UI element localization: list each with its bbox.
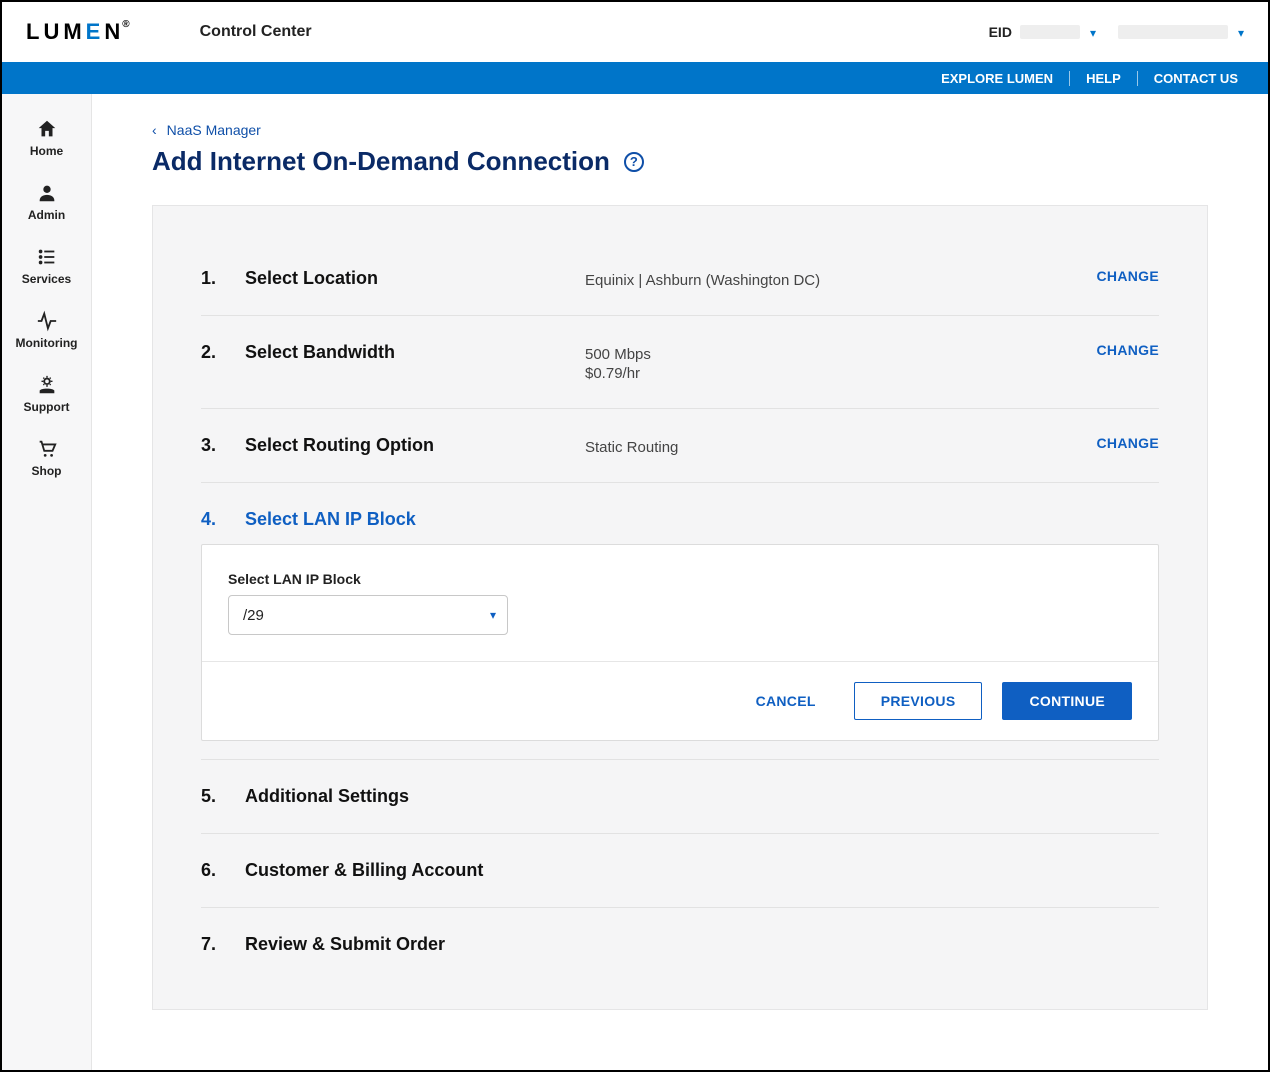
sidebar-label: Home [30,144,63,158]
page-title: Add Internet On-Demand Connection [152,146,610,177]
header: LUMEN® Control Center EID ▾ ▾ [2,2,1268,62]
step-value: 500 Mbps $0.79/hr [585,342,1059,382]
change-button[interactable]: CHANGE [1097,342,1159,358]
step-num: 1. [201,268,245,289]
continue-button[interactable]: CONTINUE [1002,682,1132,720]
header-right: EID ▾ ▾ [989,24,1244,40]
step-label: Select Bandwidth [245,342,585,363]
cancel-button[interactable]: CANCEL [738,683,834,719]
gear-hand-icon [36,374,58,396]
step-num: 7. [201,934,245,955]
field-label: Select LAN IP Block [228,571,1132,587]
top-nav-bar: EXPLORE LUMEN HELP CONTACT US [2,62,1268,94]
step-num: 4. [201,509,245,530]
step-3-row: 3. Select Routing Option Static Routing … [201,409,1159,483]
previous-button[interactable]: PREVIOUS [854,682,983,720]
list-icon [36,246,58,268]
step-6-row: 6. Customer & Billing Account [201,834,1159,908]
explore-link[interactable]: EXPLORE LUMEN [925,71,1069,86]
step-label: Additional Settings [245,786,585,807]
sidebar-item-services[interactable]: Services [2,234,91,298]
step-value: Static Routing [585,435,1059,456]
step-7-row: 7. Review & Submit Order [201,908,1159,981]
step-num: 2. [201,342,245,363]
sidebar-label: Admin [28,208,65,222]
step-value-line1: 500 Mbps [585,346,651,363]
sidebar-label: Services [22,272,71,286]
wizard-panel: 1. Select Location Equinix | Ashburn (Wa… [152,205,1208,1010]
change-button[interactable]: CHANGE [1097,435,1159,451]
step-4-row: 4. Select LAN IP Block [201,483,1159,536]
sidebar: Home Admin Services Monitoring Support S… [2,94,92,1070]
activity-icon [36,310,58,332]
help-icon[interactable]: ? [624,152,644,172]
chevron-down-icon: ▾ [1090,26,1096,40]
step-5-row: 5. Additional Settings [201,759,1159,834]
step-num: 5. [201,786,245,807]
user-icon [36,182,58,204]
sidebar-item-home[interactable]: Home [2,106,91,170]
eid-label: EID [989,24,1012,40]
home-icon [36,118,58,140]
step-label: Review & Submit Order [245,934,585,955]
sidebar-label: Shop [32,464,62,478]
breadcrumb[interactable]: ‹ NaaS Manager [152,122,1208,138]
step-label: Select Routing Option [245,435,585,456]
change-button[interactable]: CHANGE [1097,268,1159,284]
step-1-row: 1. Select Location Equinix | Ashburn (Wa… [201,242,1159,316]
logo-reg: ® [122,19,129,30]
lan-ip-input[interactable] [228,595,508,635]
logo: LUMEN® [26,19,130,45]
layout: Home Admin Services Monitoring Support S… [2,94,1268,1070]
sidebar-item-support[interactable]: Support [2,362,91,426]
step-label: Select LAN IP Block [245,509,585,530]
account-value [1118,25,1228,39]
contact-link[interactable]: CONTACT US [1137,71,1254,86]
card-footer: CANCEL PREVIOUS CONTINUE [202,661,1158,740]
sidebar-item-admin[interactable]: Admin [2,170,91,234]
sidebar-item-shop[interactable]: Shop [2,426,91,490]
chevron-left-icon: ‹ [152,122,157,138]
logo-part1: LUM [26,19,86,44]
page-title-row: Add Internet On-Demand Connection ? [152,146,1208,177]
step-4-card: Select LAN IP Block ▾ CANCEL PREVIOUS CO… [201,544,1159,741]
step-2-row: 2. Select Bandwidth 500 Mbps $0.79/hr CH… [201,316,1159,409]
step-label: Customer & Billing Account [245,860,585,881]
lan-ip-select[interactable]: ▾ [228,595,508,635]
app-title: Control Center [200,23,312,41]
eid-dropdown[interactable]: ▾ [1088,24,1096,40]
main-content: ‹ NaaS Manager Add Internet On-Demand Co… [92,94,1268,1070]
step-value-line2: $0.79/hr [585,365,1059,382]
help-link[interactable]: HELP [1069,71,1137,86]
sidebar-label: Monitoring [16,336,78,350]
sidebar-label: Support [24,400,70,414]
step-num: 6. [201,860,245,881]
account-dropdown[interactable]: ▾ [1236,24,1244,40]
step-label: Select Location [245,268,585,289]
logo-part-e: E [86,19,105,44]
step-num: 3. [201,435,245,456]
breadcrumb-label: NaaS Manager [167,122,261,138]
sidebar-item-monitoring[interactable]: Monitoring [2,298,91,362]
step-value: Equinix | Ashburn (Washington DC) [585,268,1059,289]
cart-icon [36,438,58,460]
eid-value [1020,25,1080,39]
chevron-down-icon: ▾ [1238,26,1244,40]
